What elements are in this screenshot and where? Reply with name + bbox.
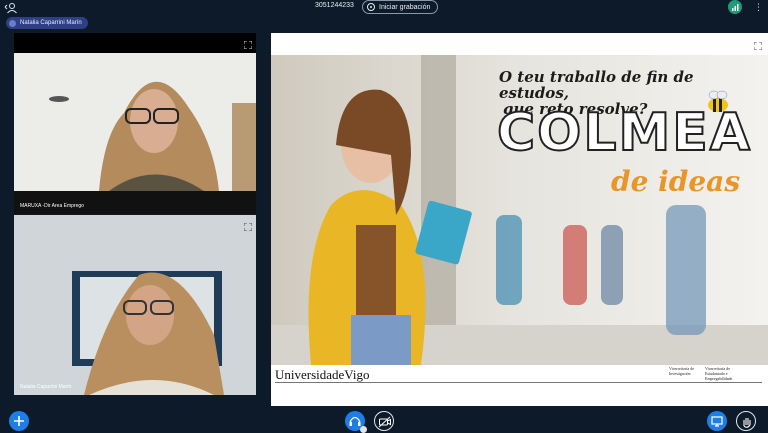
screen-share-button[interactable]: [707, 411, 727, 431]
expand-tile-button[interactable]: [243, 36, 253, 50]
plus-icon: [14, 416, 24, 426]
expand-icon: [243, 40, 253, 50]
video-tile-maruxa[interactable]: MARUXA -Dir Area Emprego: [14, 33, 256, 214]
add-button[interactable]: [9, 411, 29, 431]
person-icon: [4, 3, 17, 14]
bottom-toolbar: [0, 406, 768, 433]
meeting-id: 3051244233: [315, 2, 354, 9]
participant-video: [14, 215, 256, 395]
presenter-name: Natalia Caparrini Marín: [20, 20, 82, 26]
screen-share-icon: [711, 416, 723, 427]
camera-off-icon: [378, 416, 391, 428]
expand-icon: [753, 41, 763, 51]
raise-hand-button[interactable]: [736, 411, 756, 431]
video-tile-natalia[interactable]: Natalia Caparrini Marín: [14, 215, 256, 395]
footer-divider: [275, 382, 762, 383]
footer-right-text: Vicerreitoría de Estudantado e Empregabi…: [705, 366, 733, 381]
record-button[interactable]: Iniciar grabación: [362, 0, 439, 14]
participant-video: [14, 33, 256, 214]
presentation-slide: O teu traballo de fin de estudos, que re…: [271, 33, 768, 406]
participant-name: MARUXA -Dir Area Emprego: [20, 203, 84, 209]
university-logo: UniversidadeVigo: [275, 367, 370, 382]
expand-icon: [243, 222, 253, 232]
raise-hand-icon: [743, 418, 751, 428]
user-list-button[interactable]: [4, 1, 18, 14]
expand-tile-button[interactable]: [243, 218, 253, 232]
expand-slide-button[interactable]: [753, 37, 763, 51]
video-button[interactable]: [374, 411, 394, 431]
brand-subtitle: de ideas: [611, 165, 741, 198]
footer-left-text: Vicerreitoría de Investigación: [669, 366, 694, 376]
record-icon: [367, 3, 375, 11]
top-bar: 3051244233 Iniciar grabación ⋮: [0, 0, 768, 15]
record-label: Iniciar grabación: [379, 3, 431, 11]
connection-status-button[interactable]: [728, 0, 742, 14]
participant-name: Natalia Caparrini Marín: [20, 384, 72, 390]
more-options-button[interactable]: ⋮: [754, 1, 763, 13]
signal-icon: [732, 4, 739, 11]
presenter-chip[interactable]: Natalia Caparrini Marín: [6, 17, 88, 29]
avatar: [9, 19, 16, 27]
more-icon: ⋮: [754, 2, 763, 12]
brand-title: COLMEA: [496, 103, 753, 163]
